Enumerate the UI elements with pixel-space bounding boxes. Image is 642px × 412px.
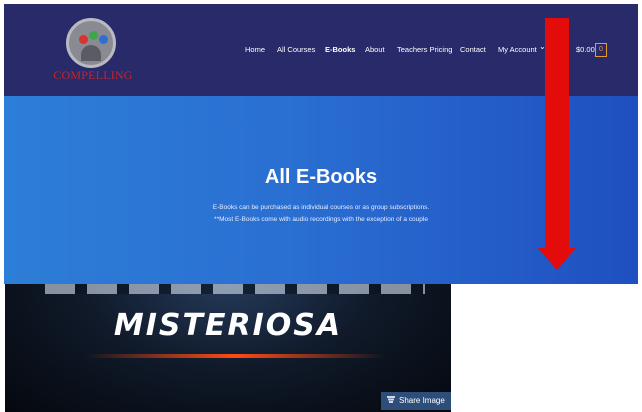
logo-dot-green: [89, 31, 98, 40]
hero-description-2: **Most E-Books come with audio recording…: [214, 216, 428, 223]
logo-icon[interactable]: [66, 18, 116, 68]
nav-e-books[interactable]: E-Books: [325, 45, 355, 54]
nav-my-account[interactable]: My Account: [498, 45, 537, 54]
down-arrow-head-icon: [538, 248, 576, 270]
share-image-button[interactable]: Share Image: [381, 392, 451, 410]
logo-figure: [81, 45, 101, 61]
hero-description-1: E-Books can be purchased as individual c…: [212, 204, 430, 211]
book-title: MISTERIOSA: [113, 308, 343, 343]
page-title: All E-Books: [264, 166, 378, 188]
site-header: COMPELLING Home All Courses E-Books Abou…: [4, 4, 638, 96]
logo-dot-blue: [99, 35, 108, 44]
cart-amount[interactable]: $0.00: [576, 45, 595, 54]
logo-dot-red: [79, 35, 88, 44]
book-cover-image[interactable]: MISTERIOSA Share Image: [5, 284, 451, 412]
nav-all-courses[interactable]: All Courses: [277, 45, 315, 54]
book-top-lettering: [45, 284, 425, 294]
share-icon: [387, 396, 395, 404]
book-glow-line: [85, 354, 385, 358]
nav-teachers-pricing[interactable]: Teachers Pricing: [397, 45, 452, 54]
nav-contact[interactable]: Contact: [460, 45, 486, 54]
nav-home[interactable]: Home: [245, 45, 265, 54]
nav-about[interactable]: About: [365, 45, 385, 54]
down-arrow-icon: [545, 18, 569, 250]
cart-icon[interactable]: 0: [595, 43, 607, 57]
logo-text[interactable]: COMPELLING: [53, 68, 133, 83]
share-image-label: Share Image: [399, 396, 445, 405]
